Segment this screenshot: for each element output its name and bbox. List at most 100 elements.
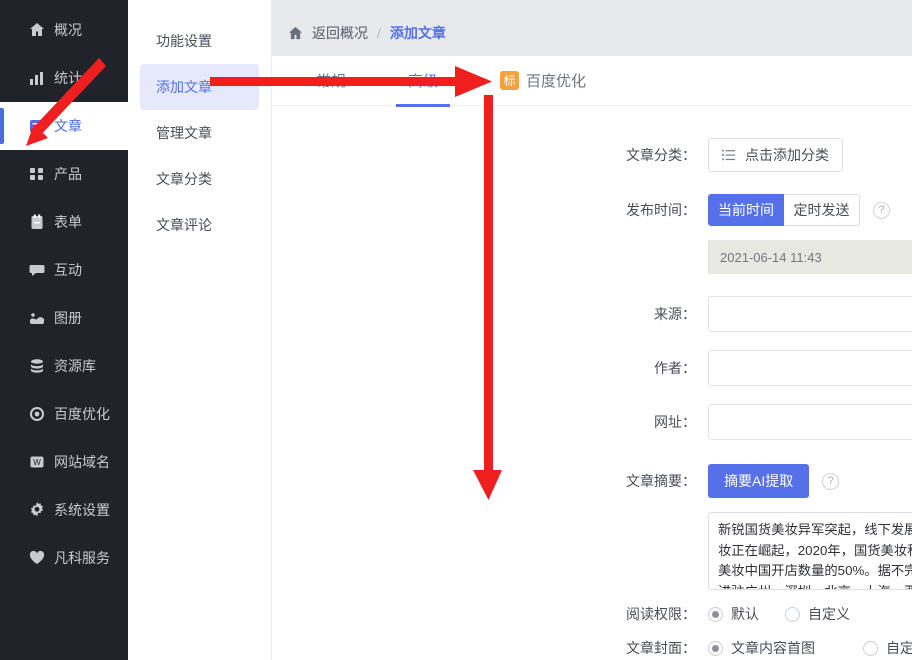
gear-icon [28, 502, 45, 519]
seo-badge-icon: 标 [500, 71, 520, 90]
sidebar-item-resources[interactable]: 资源库 [0, 342, 128, 390]
tab-label: 高级 [408, 73, 439, 90]
sidebar-item-label: 网站域名 [54, 454, 110, 470]
cover-label: 文章封面： [626, 640, 696, 656]
source-label: 来源： [654, 306, 696, 322]
sidebar-item-articles[interactable]: 文章 [0, 102, 128, 150]
chat-icon [28, 262, 45, 279]
sidebar-item-label: 概况 [54, 22, 82, 38]
home-icon [288, 25, 305, 42]
breadcrumb-back-link[interactable]: 返回概况 [312, 23, 368, 43]
source-input[interactable] [708, 296, 912, 332]
publish-scheduled-label: 定时发送 [793, 202, 850, 218]
add-category-button[interactable]: 点击添加分类 [708, 138, 843, 172]
list-icon [722, 148, 737, 163]
form-row-author: 作者： [272, 350, 912, 386]
sidebar-item-label: 统计 [54, 70, 82, 86]
question-icon[interactable]: ? [873, 201, 890, 219]
tab-advanced[interactable]: 高级 [408, 56, 438, 106]
sidebar-item-album[interactable]: 图册 [0, 294, 128, 342]
sidebar-item-interaction[interactable]: 互动 [0, 246, 128, 294]
url-label: 网址： [654, 414, 696, 430]
main-content: 返回概况 / 添加文章 常规 高级 标 百度优化 文章分类： 点击添加分类 发布… [272, 0, 912, 660]
add-category-label: 点击添加分类 [745, 147, 829, 163]
url-input[interactable] [708, 404, 912, 440]
cover-custom-radio[interactable]: 自定义 [863, 638, 912, 658]
cover-first-image-radio[interactable]: 文章内容首图 [708, 638, 815, 658]
sidebar-item-label: 凡科服务 [54, 550, 110, 566]
subnav-item-article-category[interactable]: 文章分类 [140, 156, 259, 202]
form-row-url: 网址： [272, 404, 912, 440]
tab-general[interactable]: 常规 [316, 56, 346, 106]
radio-label: 自定义 [808, 606, 850, 622]
publish-scheduled-button[interactable]: 定时发送 [784, 194, 860, 226]
breadcrumb: 返回概况 / 添加文章 [272, 10, 912, 56]
publish-now-button[interactable]: 当前时间 [708, 194, 784, 226]
article-icon [28, 118, 45, 135]
radio-label: 默认 [731, 606, 759, 622]
radio-dot-icon [863, 640, 878, 656]
sidebar-item-label: 资源库 [54, 358, 96, 374]
sidebar-item-overview[interactable]: 概况 [0, 6, 128, 54]
subnav-item-add-article[interactable]: 添加文章 [140, 64, 259, 110]
sidebar-item-label: 互动 [54, 262, 82, 278]
home-icon [28, 22, 45, 39]
sidebar-item-statistics[interactable]: 统计 [0, 54, 128, 102]
read-permission-custom-radio[interactable]: 自定义 [785, 604, 850, 624]
publish-datetime-value: 2021-06-14 11:43 [708, 240, 912, 274]
radio-dot-icon [785, 606, 800, 622]
breadcrumb-separator: / [377, 25, 381, 41]
sidebar-item-forms[interactable]: 表单 [0, 198, 128, 246]
subnav-item-label: 文章评论 [156, 217, 212, 233]
form-row-publish-time: 发布时间： 当前时间 定时发送 ? [272, 194, 912, 226]
form-row-summary: 文章摘要： 摘要AI提取 ? [272, 464, 912, 498]
image-icon [28, 310, 45, 327]
subnav-item-feature-settings[interactable]: 功能设置 [140, 18, 259, 64]
sidebar-item-label: 图册 [54, 310, 82, 326]
breadcrumb-current[interactable]: 添加文章 [390, 23, 446, 43]
database-icon [28, 358, 45, 375]
read-permission-default-radio[interactable]: 默认 [708, 604, 759, 624]
w-badge-icon: W [28, 454, 45, 471]
summary-textarea[interactable]: 新锐国货美妆异军突起，线下发展多元化大众日韩美妆逐渐式微，国货美妆正在崛起，20… [708, 512, 912, 590]
primary-sidebar: 概况 统计 文章 产品 表单 互动 图册 资源库 百度优化 W 网站域名 系统设… [0, 0, 128, 660]
sidebar-item-label: 文章 [54, 118, 82, 134]
subnav-item-label: 管理文章 [156, 125, 212, 141]
author-input[interactable] [708, 350, 912, 386]
svg-text:W: W [33, 458, 41, 467]
summary-textarea-wrap: 新锐国货美妆异军突起，线下发展多元化大众日韩美妆逐渐式微，国货美妆正在崛起，20… [708, 512, 912, 590]
admin-console: 概况 统计 文章 产品 表单 互动 图册 资源库 百度优化 W 网站域名 系统设… [0, 0, 912, 660]
sidebar-item-label: 百度优化 [54, 406, 110, 422]
top-spacer [272, 0, 912, 10]
grid-icon [28, 166, 45, 183]
subnav-item-label: 功能设置 [156, 33, 212, 49]
sidebar-item-products[interactable]: 产品 [0, 150, 128, 198]
tab-baidu-optimization[interactable]: 标 百度优化 [500, 56, 586, 106]
sidebar-item-baidu-optimization[interactable]: 百度优化 [0, 390, 128, 438]
heart-icon [28, 550, 45, 567]
sidebar-item-domain[interactable]: W 网站域名 [0, 438, 128, 486]
author-label: 作者： [654, 360, 696, 376]
form-row-source: 来源： [272, 296, 912, 332]
form-icon [28, 214, 45, 231]
summary-ai-extract-button[interactable]: 摘要AI提取 [708, 464, 810, 498]
question-icon[interactable]: ? [822, 472, 840, 490]
sidebar-item-fanke-service[interactable]: 凡科服务 [0, 534, 128, 582]
advanced-form: 文章分类： 点击添加分类 管理分类 发布时间： [272, 106, 912, 658]
form-row-publish-datetime: 2021-06-14 11:43 [272, 240, 912, 274]
chart-icon [28, 70, 45, 87]
subnav-item-article-comments[interactable]: 文章评论 [140, 202, 259, 248]
radio-label: 自定义 [886, 640, 912, 656]
subnav-item-label: 添加文章 [156, 79, 212, 95]
sidebar-item-system-settings[interactable]: 系统设置 [0, 486, 128, 534]
tab-label: 常规 [316, 73, 347, 90]
publish-now-label: 当前时间 [718, 202, 774, 218]
radio-dot-icon [708, 606, 723, 622]
category-label: 文章分类： [626, 147, 696, 163]
radio-label: 文章内容首图 [731, 640, 815, 656]
summary-label: 文章摘要： [626, 473, 696, 489]
subnav-item-manage-article[interactable]: 管理文章 [140, 110, 259, 156]
article-form-panel: 常规 高级 标 百度优化 文章分类： 点击添加分类 发布时间： 当前时间 定时发… [272, 56, 912, 660]
read-permission-label: 阅读权限： [626, 606, 696, 622]
publish-time-label: 发布时间： [626, 202, 696, 218]
